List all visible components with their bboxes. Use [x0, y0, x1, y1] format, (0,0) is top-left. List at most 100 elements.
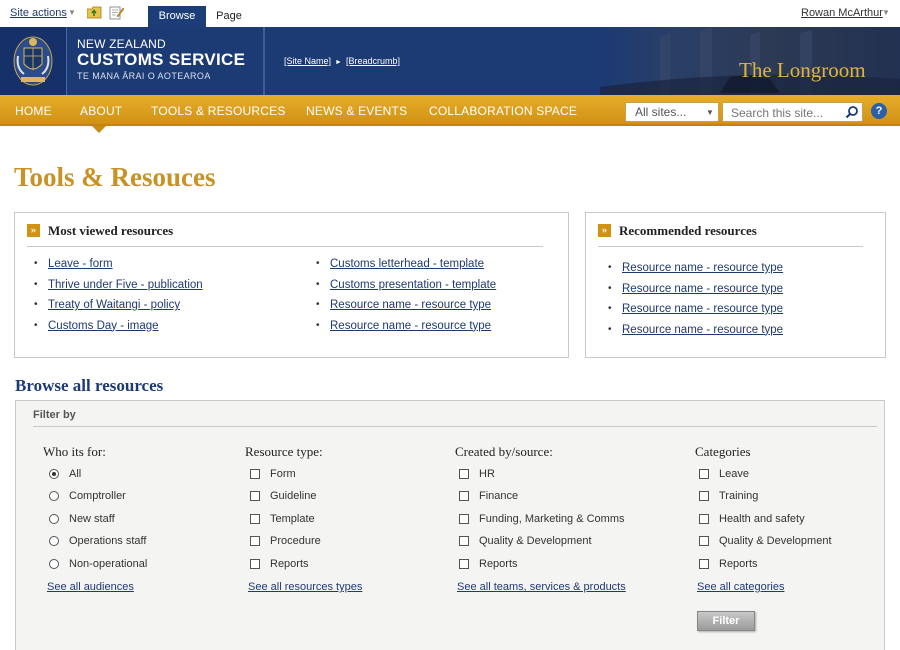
- radio-non-operational[interactable]: Non-operational: [45, 557, 147, 571]
- radio-button[interactable]: [49, 559, 59, 569]
- nav-collaboration-space[interactable]: COLLABORATION SPACE: [429, 104, 577, 118]
- list-item: Resource name - resource type: [601, 262, 783, 283]
- nav-active-pointer: [92, 126, 106, 133]
- radio-new-staff[interactable]: New staff: [45, 512, 115, 526]
- checkbox-hr[interactable]: HR: [455, 467, 495, 481]
- site-actions-menu[interactable]: Site actions: [10, 7, 67, 19]
- nav-news-events[interactable]: NEWS & EVENTS: [306, 104, 407, 118]
- radio-button[interactable]: [49, 514, 59, 524]
- checkbox[interactable]: [699, 491, 709, 501]
- checkbox[interactable]: [699, 559, 709, 569]
- checkbox[interactable]: [699, 514, 709, 524]
- list-item: Resource name - resource type: [309, 299, 496, 320]
- checkbox[interactable]: [250, 514, 260, 524]
- edit-page-icon[interactable]: [109, 5, 124, 20]
- resource-link[interactable]: Resource name - resource type: [330, 299, 491, 311]
- resource-link[interactable]: Leave - form: [48, 258, 113, 270]
- most-viewed-heading: » Most viewed resources: [27, 223, 173, 239]
- brand-country: NEW ZEALAND: [77, 37, 166, 51]
- checkbox-reports[interactable]: Reports: [695, 557, 758, 571]
- checkbox-finance[interactable]: Finance: [455, 489, 518, 503]
- folder-up-icon[interactable]: [87, 6, 102, 19]
- list-item: Customs letterhead - template: [309, 258, 496, 279]
- see-all-resource-types-link[interactable]: See all resources types: [248, 581, 362, 593]
- see-all-teams-link[interactable]: See all teams, services & products: [457, 581, 626, 593]
- divider: [598, 246, 863, 247]
- resource-link[interactable]: Customs presentation - template: [330, 279, 496, 291]
- filter-heading-audience: Who its for:: [43, 444, 106, 459]
- chevron-down-icon[interactable]: ▼: [882, 8, 890, 17]
- list-item: Resource name - resource type: [601, 324, 783, 345]
- resource-link[interactable]: Resource name - resource type: [622, 283, 783, 295]
- help-icon[interactable]: ?: [871, 103, 887, 119]
- checkbox[interactable]: [699, 536, 709, 546]
- checkbox-procedure[interactable]: Procedure: [246, 534, 321, 548]
- radio-button[interactable]: [49, 536, 59, 546]
- list-item: Resource name - resource type: [309, 320, 496, 341]
- resource-link[interactable]: Resource name - resource type: [622, 303, 783, 315]
- radio-comptroller[interactable]: Comptroller: [45, 489, 126, 503]
- checkbox-template[interactable]: Template: [246, 512, 315, 526]
- breadcrumb-page[interactable]: [Breadcrumb]: [346, 56, 400, 66]
- tab-browse[interactable]: Browse: [148, 6, 206, 27]
- search-input[interactable]: [722, 102, 863, 122]
- list-item: Treaty of Waitangi - policy: [27, 299, 203, 320]
- radio-operations-staff[interactable]: Operations staff: [45, 534, 146, 548]
- most-viewed-list-2: Customs letterhead - template Customs pr…: [309, 258, 496, 340]
- checkbox[interactable]: [459, 559, 469, 569]
- checkbox[interactable]: [459, 491, 469, 501]
- checkbox-reports[interactable]: Reports: [455, 557, 518, 571]
- list-item: Thrive under Five - publication: [27, 279, 203, 300]
- checkbox[interactable]: [250, 469, 260, 479]
- radio-button[interactable]: [49, 491, 59, 501]
- raquo-icon: »: [27, 224, 40, 237]
- checkbox-health-safety[interactable]: Health and safety: [695, 512, 805, 526]
- checkbox[interactable]: [699, 469, 709, 479]
- checkbox[interactable]: [250, 559, 260, 569]
- checkbox-quality-development[interactable]: Quality & Development: [695, 534, 832, 548]
- checkbox-funding-marketing-comms[interactable]: Funding, Marketing & Comms: [455, 512, 625, 526]
- breadcrumb-site[interactable]: [Site Name]: [284, 56, 331, 66]
- user-menu[interactable]: Rowan McArthur: [801, 7, 883, 19]
- resource-link[interactable]: Customs Day - image: [48, 320, 159, 332]
- checkbox-guideline[interactable]: Guideline: [246, 489, 316, 503]
- list-item: Resource name - resource type: [601, 283, 783, 304]
- checkbox[interactable]: [250, 491, 260, 501]
- breadcrumb: [Site Name] ► [Breadcrumb]: [284, 56, 400, 66]
- radio-button[interactable]: [49, 469, 59, 479]
- resource-link[interactable]: Customs letterhead - template: [330, 258, 484, 270]
- radio-all[interactable]: All: [45, 467, 81, 481]
- resource-link[interactable]: Resource name - resource type: [330, 320, 491, 332]
- checkbox-leave[interactable]: Leave: [695, 467, 749, 481]
- see-all-audiences-link[interactable]: See all audiences: [47, 581, 134, 593]
- chevron-down-icon[interactable]: ▼: [68, 8, 76, 17]
- nav-about[interactable]: ABOUT: [80, 104, 122, 118]
- resource-link[interactable]: Resource name - resource type: [622, 324, 783, 336]
- checkbox-reports[interactable]: Reports: [246, 557, 309, 571]
- filter-panel: Filter by Who its for: All Comptroller N…: [15, 400, 885, 650]
- site-title: The Longroom: [739, 58, 866, 82]
- checkbox-form[interactable]: Form: [246, 467, 296, 481]
- breadcrumb-arrow-icon: ►: [335, 59, 342, 66]
- list-item: Resource name - resource type: [601, 303, 783, 324]
- nav-home[interactable]: HOME: [15, 104, 52, 118]
- checkbox[interactable]: [459, 536, 469, 546]
- checkbox[interactable]: [250, 536, 260, 546]
- resource-link[interactable]: Treaty of Waitangi - policy: [48, 299, 180, 311]
- chevron-down-icon[interactable]: ▼: [706, 108, 714, 117]
- checkbox-training[interactable]: Training: [695, 489, 758, 503]
- raquo-icon: »: [598, 224, 611, 237]
- tab-page[interactable]: Page: [210, 6, 248, 27]
- nav-tools-resources[interactable]: TOOLS & RESOURCES: [151, 104, 286, 118]
- checkbox-quality-development[interactable]: Quality & Development: [455, 534, 592, 548]
- most-viewed-list-1: Leave - form Thrive under Five - publica…: [27, 258, 203, 340]
- resource-link[interactable]: Thrive under Five - publication: [48, 279, 203, 291]
- see-all-categories-link[interactable]: See all categories: [697, 581, 784, 593]
- filter-button[interactable]: Filter: [697, 611, 755, 631]
- search-icon[interactable]: [845, 105, 859, 119]
- search-scope-select[interactable]: All sites...: [625, 102, 719, 122]
- crest-panel: [0, 27, 67, 95]
- checkbox[interactable]: [459, 514, 469, 524]
- checkbox[interactable]: [459, 469, 469, 479]
- resource-link[interactable]: Resource name - resource type: [622, 262, 783, 274]
